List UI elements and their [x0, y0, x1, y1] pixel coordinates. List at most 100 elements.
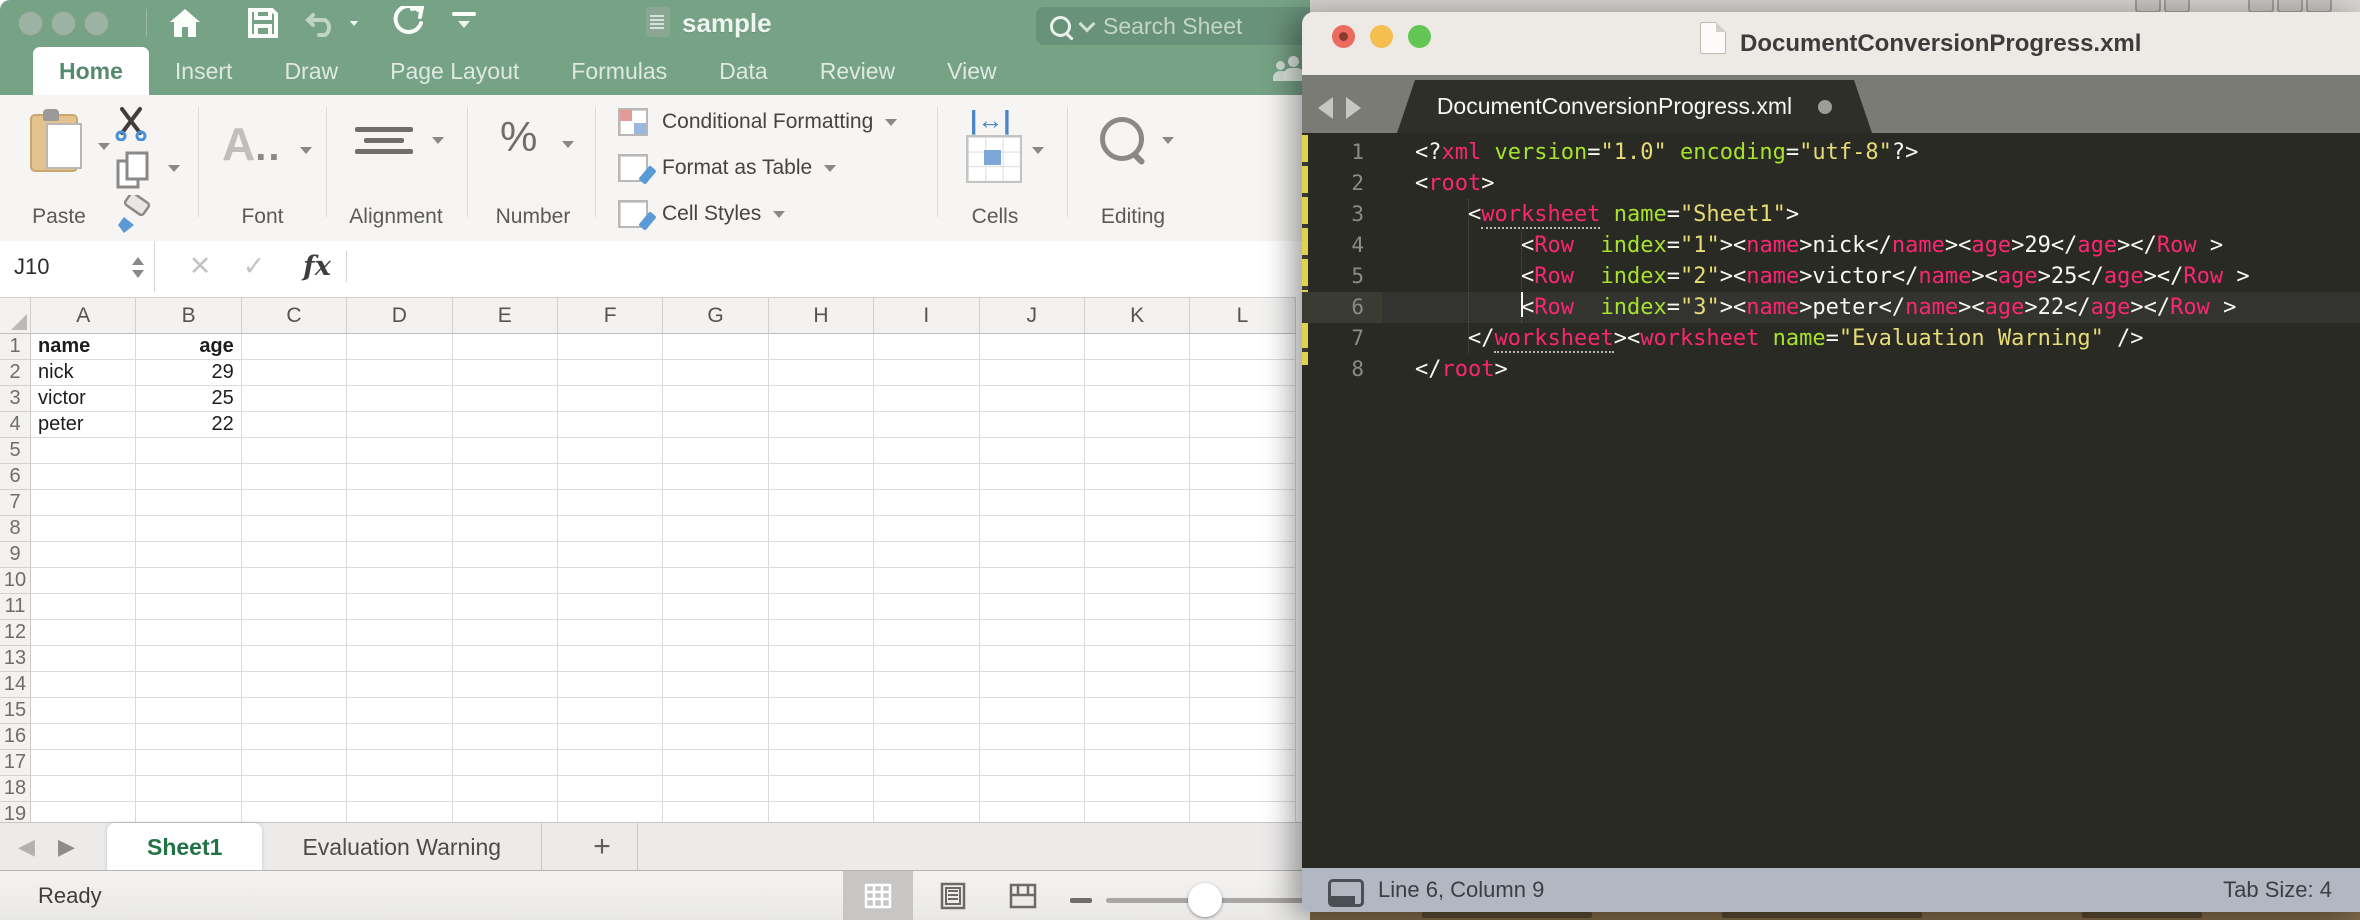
cell-K5[interactable] [1085, 438, 1190, 464]
cell-A19[interactable] [31, 802, 136, 822]
cell-H3[interactable] [769, 386, 874, 412]
cell-K13[interactable] [1085, 646, 1190, 672]
cell-E5[interactable] [453, 438, 558, 464]
cell-H19[interactable] [769, 802, 874, 822]
cell-L6[interactable] [1190, 464, 1295, 490]
format-painter-icon[interactable] [112, 195, 152, 240]
cell-C1[interactable] [242, 334, 347, 360]
conditional-formatting-button[interactable]: Conditional Formatting [618, 105, 897, 139]
cell-K11[interactable] [1085, 594, 1190, 620]
ribbon-tab-formulas[interactable]: Formulas [545, 47, 693, 95]
cell-K17[interactable] [1085, 750, 1190, 776]
cell-J4[interactable] [980, 412, 1085, 438]
cell-B18[interactable] [136, 776, 241, 802]
ribbon-tab-draw[interactable]: Draw [258, 47, 364, 95]
cell-E12[interactable] [453, 620, 558, 646]
column-header-b[interactable]: B [136, 297, 241, 334]
cell-I16[interactable] [874, 724, 979, 750]
cells-dropdown-icon[interactable] [1032, 147, 1044, 154]
copy-dropdown-icon[interactable] [168, 165, 180, 172]
cell-L19[interactable] [1190, 802, 1295, 822]
cell-C4[interactable] [242, 412, 347, 438]
cell-F1[interactable] [558, 334, 663, 360]
cell-styles-button[interactable]: Cell Styles [618, 197, 785, 231]
cell-C8[interactable] [242, 516, 347, 542]
cell-E14[interactable] [453, 672, 558, 698]
cell-I18[interactable] [874, 776, 979, 802]
row-header-19[interactable]: 19 [0, 802, 31, 822]
cell-G17[interactable] [663, 750, 768, 776]
cell-L13[interactable] [1190, 646, 1295, 672]
editor-tab[interactable]: DocumentConversionProgress.xml [1397, 80, 1872, 133]
cell-H7[interactable] [769, 490, 874, 516]
cell-E11[interactable] [453, 594, 558, 620]
cell-K18[interactable] [1085, 776, 1190, 802]
ribbon-tab-insert[interactable]: Insert [149, 47, 259, 95]
row-header-13[interactable]: 13 [0, 646, 31, 672]
cell-F18[interactable] [558, 776, 663, 802]
cell-D15[interactable] [347, 698, 452, 724]
cell-G12[interactable] [663, 620, 768, 646]
cell-C11[interactable] [242, 594, 347, 620]
column-header-j[interactable]: J [980, 297, 1085, 334]
row-header-10[interactable]: 10 [0, 568, 31, 594]
alignment-button[interactable] [352, 121, 416, 160]
sheet-tab-sheet1[interactable]: Sheet1 [107, 823, 262, 871]
sheet-tab-evaluation-warning[interactable]: Evaluation Warning [262, 823, 542, 871]
cell-D11[interactable] [347, 594, 452, 620]
cell-K16[interactable] [1085, 724, 1190, 750]
column-header-c[interactable]: C [242, 297, 347, 334]
cell-A4[interactable]: peter [31, 412, 136, 438]
cell-E10[interactable] [453, 568, 558, 594]
cell-C5[interactable] [242, 438, 347, 464]
cell-C7[interactable] [242, 490, 347, 516]
cell-A2[interactable]: nick [31, 360, 136, 386]
code-line-1[interactable]: 1<?xml version="1.0" encoding="utf-8"?> [1302, 137, 2360, 168]
undo-icon[interactable] [305, 9, 337, 37]
cell-G7[interactable] [663, 490, 768, 516]
editing-dropdown-icon[interactable] [1162, 137, 1174, 144]
zoom-button[interactable] [84, 11, 109, 36]
cell-L8[interactable] [1190, 516, 1295, 542]
cell-B15[interactable] [136, 698, 241, 724]
cell-B10[interactable] [136, 568, 241, 594]
cell-B19[interactable] [136, 802, 241, 822]
cell-C18[interactable] [242, 776, 347, 802]
redo-icon[interactable] [392, 6, 424, 40]
cell-D7[interactable] [347, 490, 452, 516]
cell-J3[interactable] [980, 386, 1085, 412]
code-line-4[interactable]: 4 <Row index="1"><name>nick</name><age>2… [1302, 230, 2360, 261]
code-area[interactable]: 1<?xml version="1.0" encoding="utf-8"?>2… [1302, 133, 2360, 868]
ribbon-tab-page-layout[interactable]: Page Layout [364, 47, 545, 95]
cell-C9[interactable] [242, 542, 347, 568]
cell-J11[interactable] [980, 594, 1085, 620]
cell-F16[interactable] [558, 724, 663, 750]
cell-J9[interactable] [980, 542, 1085, 568]
column-header-k[interactable]: K [1085, 297, 1190, 334]
paste-button[interactable] [30, 109, 82, 171]
column-header-e[interactable]: E [453, 297, 558, 334]
cell-D4[interactable] [347, 412, 452, 438]
cell-G15[interactable] [663, 698, 768, 724]
column-header-d[interactable]: D [347, 297, 452, 334]
cell-B11[interactable] [136, 594, 241, 620]
cell-J15[interactable] [980, 698, 1085, 724]
cell-E16[interactable] [453, 724, 558, 750]
cell-J17[interactable] [980, 750, 1085, 776]
cell-C16[interactable] [242, 724, 347, 750]
cell-F9[interactable] [558, 542, 663, 568]
cell-F4[interactable] [558, 412, 663, 438]
font-button[interactable]: A.. [222, 117, 281, 171]
ribbon-tab-home[interactable]: Home [33, 47, 149, 95]
cell-G19[interactable] [663, 802, 768, 822]
row-header-14[interactable]: 14 [0, 672, 31, 698]
cell-D5[interactable] [347, 438, 452, 464]
cell-I11[interactable] [874, 594, 979, 620]
cell-G16[interactable] [663, 724, 768, 750]
cell-L11[interactable] [1190, 594, 1295, 620]
cell-G11[interactable] [663, 594, 768, 620]
cell-B6[interactable] [136, 464, 241, 490]
cell-G10[interactable] [663, 568, 768, 594]
cell-D14[interactable] [347, 672, 452, 698]
cell-B5[interactable] [136, 438, 241, 464]
